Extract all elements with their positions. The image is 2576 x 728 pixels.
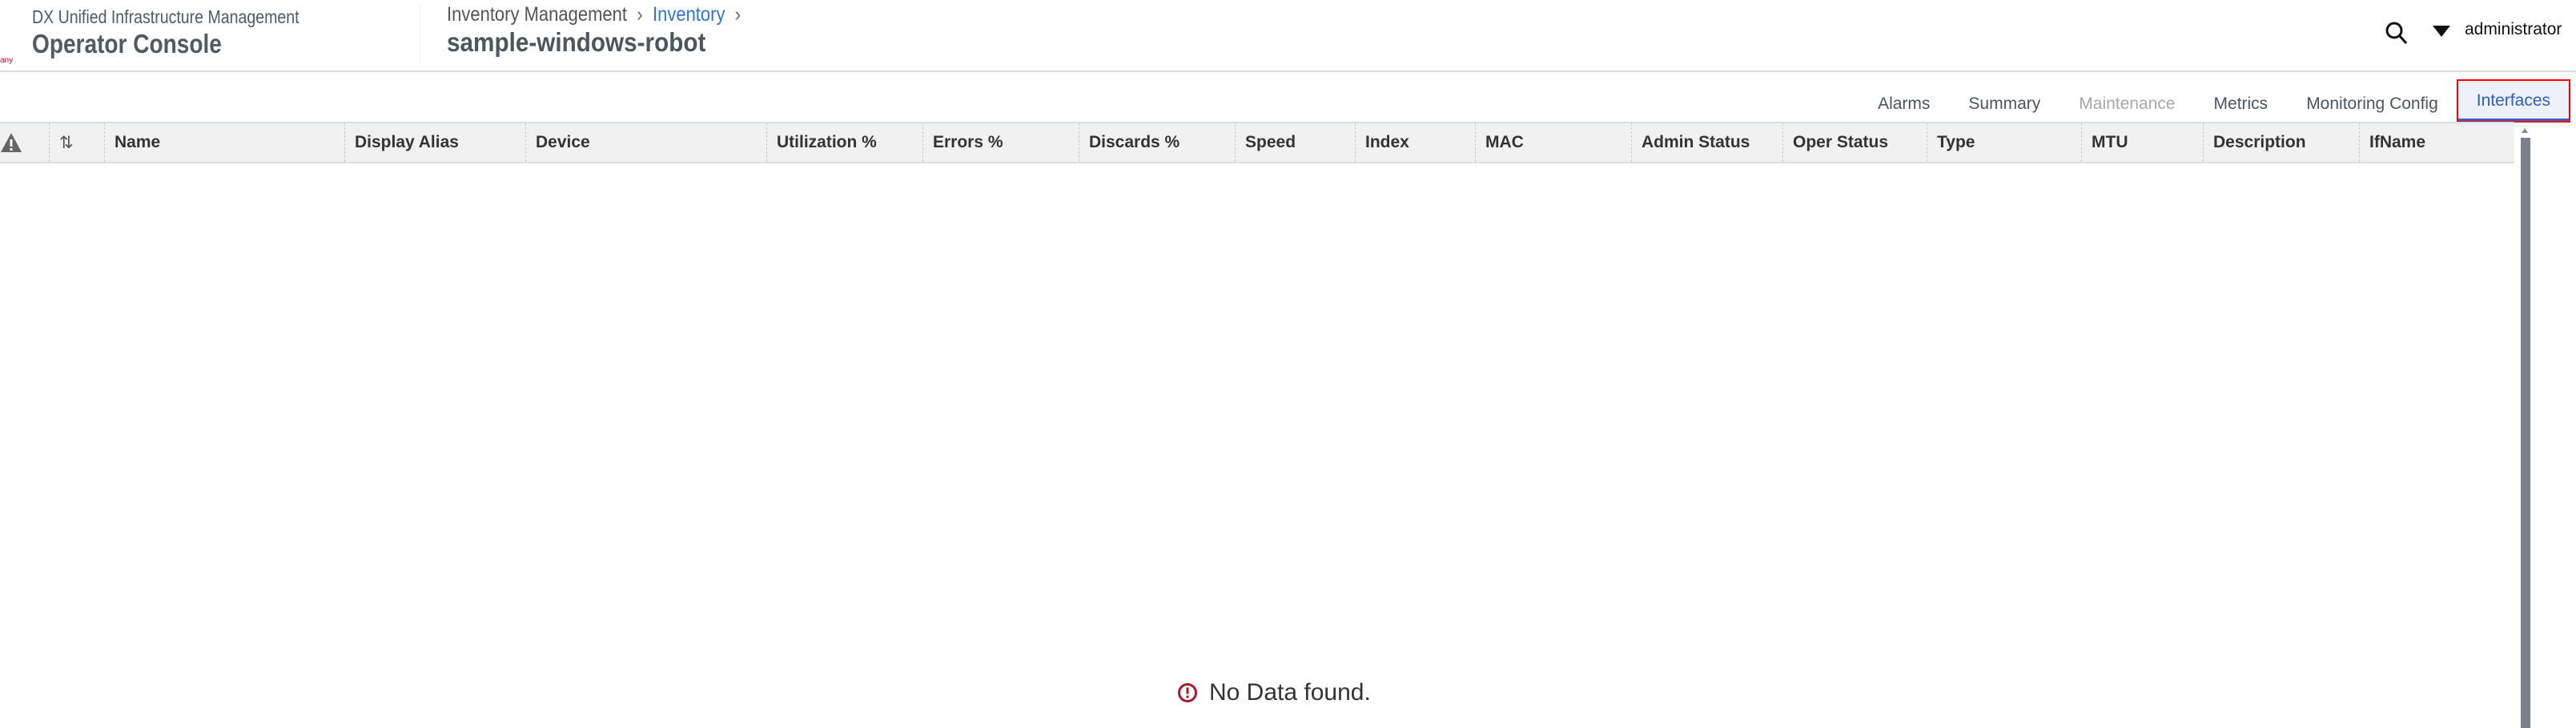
user-menu-caret-icon[interactable] — [2433, 26, 2450, 37]
tab-monitoring-config[interactable]: Monitoring Config — [2287, 80, 2457, 122]
alarm-column[interactable] — [0, 123, 50, 162]
column-utilization[interactable]: Utilization % — [767, 123, 923, 162]
column-ifname[interactable]: IfName — [2360, 123, 2514, 162]
breadcrumb-inventory[interactable]: Inventory — [653, 3, 725, 26]
sort-icon[interactable]: ⇅ — [50, 123, 105, 162]
page-title: sample-windows-robot — [447, 27, 706, 57]
tab-alarms[interactable]: Alarms — [1859, 80, 1949, 122]
empty-state: No Data found. — [1177, 679, 1371, 706]
column-discards[interactable]: Discards % — [1079, 123, 1236, 162]
column-speed[interactable]: Speed — [1236, 123, 1356, 162]
scroll-up-arrow-icon[interactable] — [2522, 128, 2528, 133]
empty-message: No Data found. — [1209, 679, 1371, 706]
breadcrumb-inventory-management[interactable]: Inventory Management — [447, 3, 627, 26]
search-icon[interactable] — [2385, 21, 2409, 45]
chevron-right-icon: › — [637, 3, 643, 26]
tab-summary[interactable]: Summary — [1949, 80, 2060, 122]
column-mac[interactable]: MAC — [1476, 123, 1632, 162]
column-index[interactable]: Index — [1356, 123, 1476, 162]
column-admin-status[interactable]: Admin Status — [1632, 123, 1783, 162]
column-mtu[interactable]: MTU — [2082, 123, 2204, 162]
error-circle-icon — [1178, 683, 1197, 702]
column-device[interactable]: Device — [526, 123, 767, 162]
column-description[interactable]: Description — [2204, 123, 2360, 162]
scrollbar-thumb[interactable] — [2521, 138, 2530, 728]
broadcom-logo: any — [0, 56, 14, 65]
table-header: ⇅ Name Display Alias Device Utilization … — [0, 122, 2514, 163]
tab-maintenance[interactable]: Maintenance — [2060, 80, 2194, 122]
app-name: Operator Console — [32, 29, 222, 58]
chevron-right-icon: › — [734, 3, 741, 26]
tab-interfaces[interactable]: Interfaces — [2456, 79, 2571, 123]
column-name[interactable]: Name — [105, 123, 345, 162]
tab-bar: Alarms Summary Maintenance Metrics Monit… — [1859, 79, 2576, 123]
app-header: any DX Unified Infrastructure Management… — [0, 0, 2576, 72]
column-oper-status[interactable]: Oper Status — [1783, 123, 1927, 162]
user-menu[interactable]: administrator — [2465, 20, 2562, 39]
breadcrumb: Inventory Management › Inventory › — [447, 3, 750, 26]
vertical-scrollbar[interactable] — [2519, 128, 2532, 728]
tab-metrics[interactable]: Metrics — [2195, 80, 2288, 122]
column-errors[interactable]: Errors % — [923, 123, 1079, 162]
suite-name: DX Unified Infrastructure Management — [32, 6, 299, 27]
warning-icon — [1, 133, 22, 152]
column-display-alias[interactable]: Display Alias — [345, 123, 526, 162]
column-type[interactable]: Type — [1927, 123, 2082, 162]
